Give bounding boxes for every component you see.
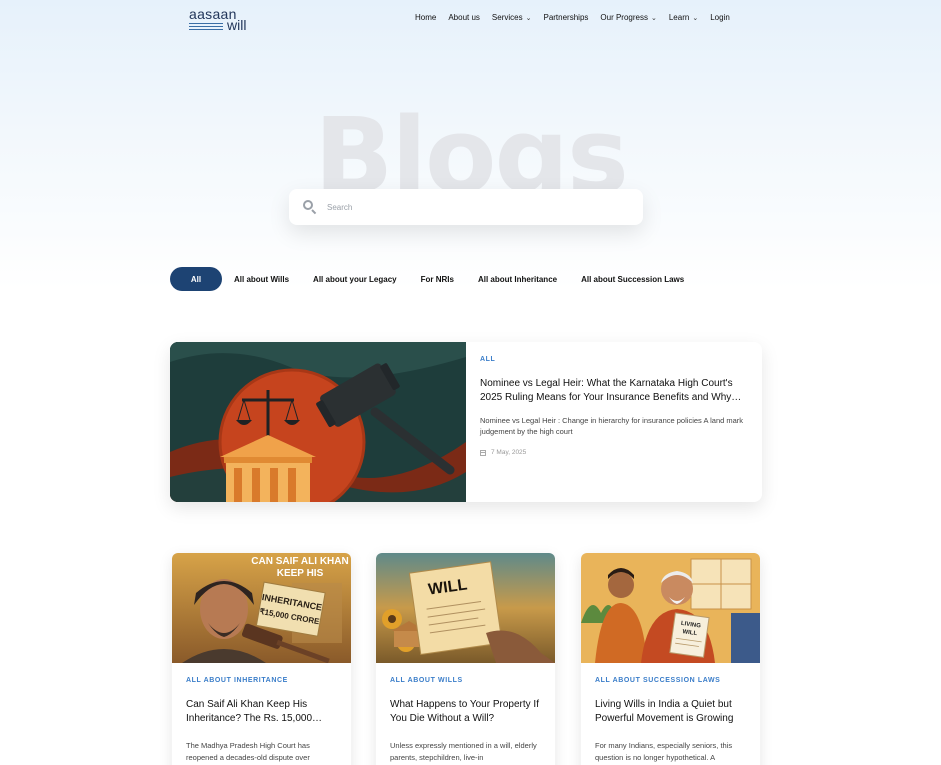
card-image: INHERITANCE ₹15,000 CRORE CAN SAIF ALI K… [172, 553, 351, 663]
featured-excerpt: Nominee vs Legal Heir : Change in hierar… [480, 416, 744, 436]
filter-wills[interactable]: All about Wills [234, 275, 289, 284]
nav-label: Home [415, 13, 437, 22]
blog-card[interactable]: INHERITANCE ₹15,000 CRORE CAN SAIF ALI K… [172, 553, 351, 765]
filter-succession-laws[interactable]: All about Succession Laws [581, 275, 684, 284]
card-category: ALL ABOUT SUCCESSION LAWS [595, 677, 721, 684]
logo[interactable]: aasaan will [189, 7, 249, 33]
chevron-down-icon: ⌄ [525, 14, 532, 22]
nav-login[interactable]: Login [710, 13, 730, 22]
nav-label: Login [710, 13, 730, 22]
card1-headline-1: CAN SAIF ALI KHAN [251, 556, 348, 567]
featured-category: ALL [480, 356, 496, 363]
search-input[interactable] [327, 202, 607, 212]
search-icon [303, 200, 317, 215]
card-category: ALL ABOUT INHERITANCE [186, 677, 288, 684]
filter-legacy[interactable]: All about your Legacy [313, 275, 397, 284]
living-will-icon: LIVING WILL [581, 553, 760, 663]
nav-label: Partnerships [543, 13, 589, 22]
nav-label: Our Progress [600, 13, 648, 22]
nav-services[interactable]: Services ⌄ [492, 13, 532, 22]
card-category: ALL ABOUT WILLS [390, 677, 463, 684]
featured-image [170, 342, 466, 502]
featured-post-card[interactable]: ALL Nominee vs Legal Heir: What the Karn… [170, 342, 762, 502]
card-excerpt: For many Indians, especially seniors, th… [595, 741, 733, 762]
card-body: ALL ABOUT WILLS What Happens to Your Pro… [390, 677, 546, 764]
category-filters: All All about Wills All about your Legac… [170, 267, 708, 291]
nav-our-progress[interactable]: Our Progress ⌄ [600, 13, 656, 22]
filter-nris[interactable]: For NRIs [421, 275, 454, 284]
nav-label: Services [491, 13, 523, 22]
featured-post-body: ALL Nominee vs Legal Heir: What the Karn… [480, 356, 748, 456]
card-image: WILL [376, 553, 555, 663]
calendar-icon [480, 449, 486, 456]
chevron-down-icon: ⌄ [692, 14, 699, 22]
card-title[interactable]: Can Saif Ali Khan Keep His Inheritance? … [186, 698, 342, 726]
nav-label: Learn [668, 13, 690, 22]
logo-lines-icon [189, 23, 223, 32]
inheritance-gavel-icon: INHERITANCE ₹15,000 CRORE CAN SAIF ALI K… [172, 553, 351, 663]
card-body: ALL ABOUT SUCCESSION LAWS Living Wills i… [595, 677, 751, 764]
blog-card[interactable]: WILL ALL ABOUT WILLS What Happens to You… [376, 553, 555, 765]
card-image: LIVING WILL [581, 553, 760, 663]
card-title[interactable]: What Happens to Your Property If You Die… [390, 698, 546, 726]
chevron-down-icon: ⌄ [650, 14, 657, 22]
nav-label: About us [448, 13, 480, 22]
card-excerpt: The Madhya Pradesh High Court has reopen… [186, 741, 310, 762]
main-nav: Home About us Services ⌄ Partnerships Our… [415, 13, 742, 22]
card-excerpt: Unless expressly mentioned in a will, el… [390, 741, 537, 762]
site-header: aasaan will Home About us Services ⌄ Part… [0, 0, 941, 40]
will-document-icon: WILL [376, 553, 555, 663]
card-title[interactable]: Living Wills in India a Quiet but Powerf… [595, 698, 751, 726]
featured-title[interactable]: Nominee vs Legal Heir: What the Karnatak… [480, 377, 748, 405]
gavel-scales-icon [170, 342, 466, 502]
filter-inheritance[interactable]: All about Inheritance [478, 275, 557, 284]
date-text: 7 May, 2025 [491, 449, 527, 456]
nav-learn[interactable]: Learn ⌄ [669, 13, 698, 22]
blog-card[interactable]: LIVING WILL ALL ABOUT SUCCESSION LAWS Li… [581, 553, 760, 765]
logo-text-bottom: will [227, 17, 247, 33]
card1-headline-2: KEEP HIS [277, 568, 324, 579]
nav-about-us[interactable]: About us [448, 13, 480, 22]
nav-home[interactable]: Home [415, 13, 436, 22]
featured-date: 7 May, 2025 [480, 449, 748, 456]
search-bar[interactable] [289, 189, 643, 225]
filter-all[interactable]: All [170, 267, 222, 291]
card-body: ALL ABOUT INHERITANCE Can Saif Ali Khan … [186, 677, 342, 764]
nav-partnerships[interactable]: Partnerships [543, 13, 588, 22]
